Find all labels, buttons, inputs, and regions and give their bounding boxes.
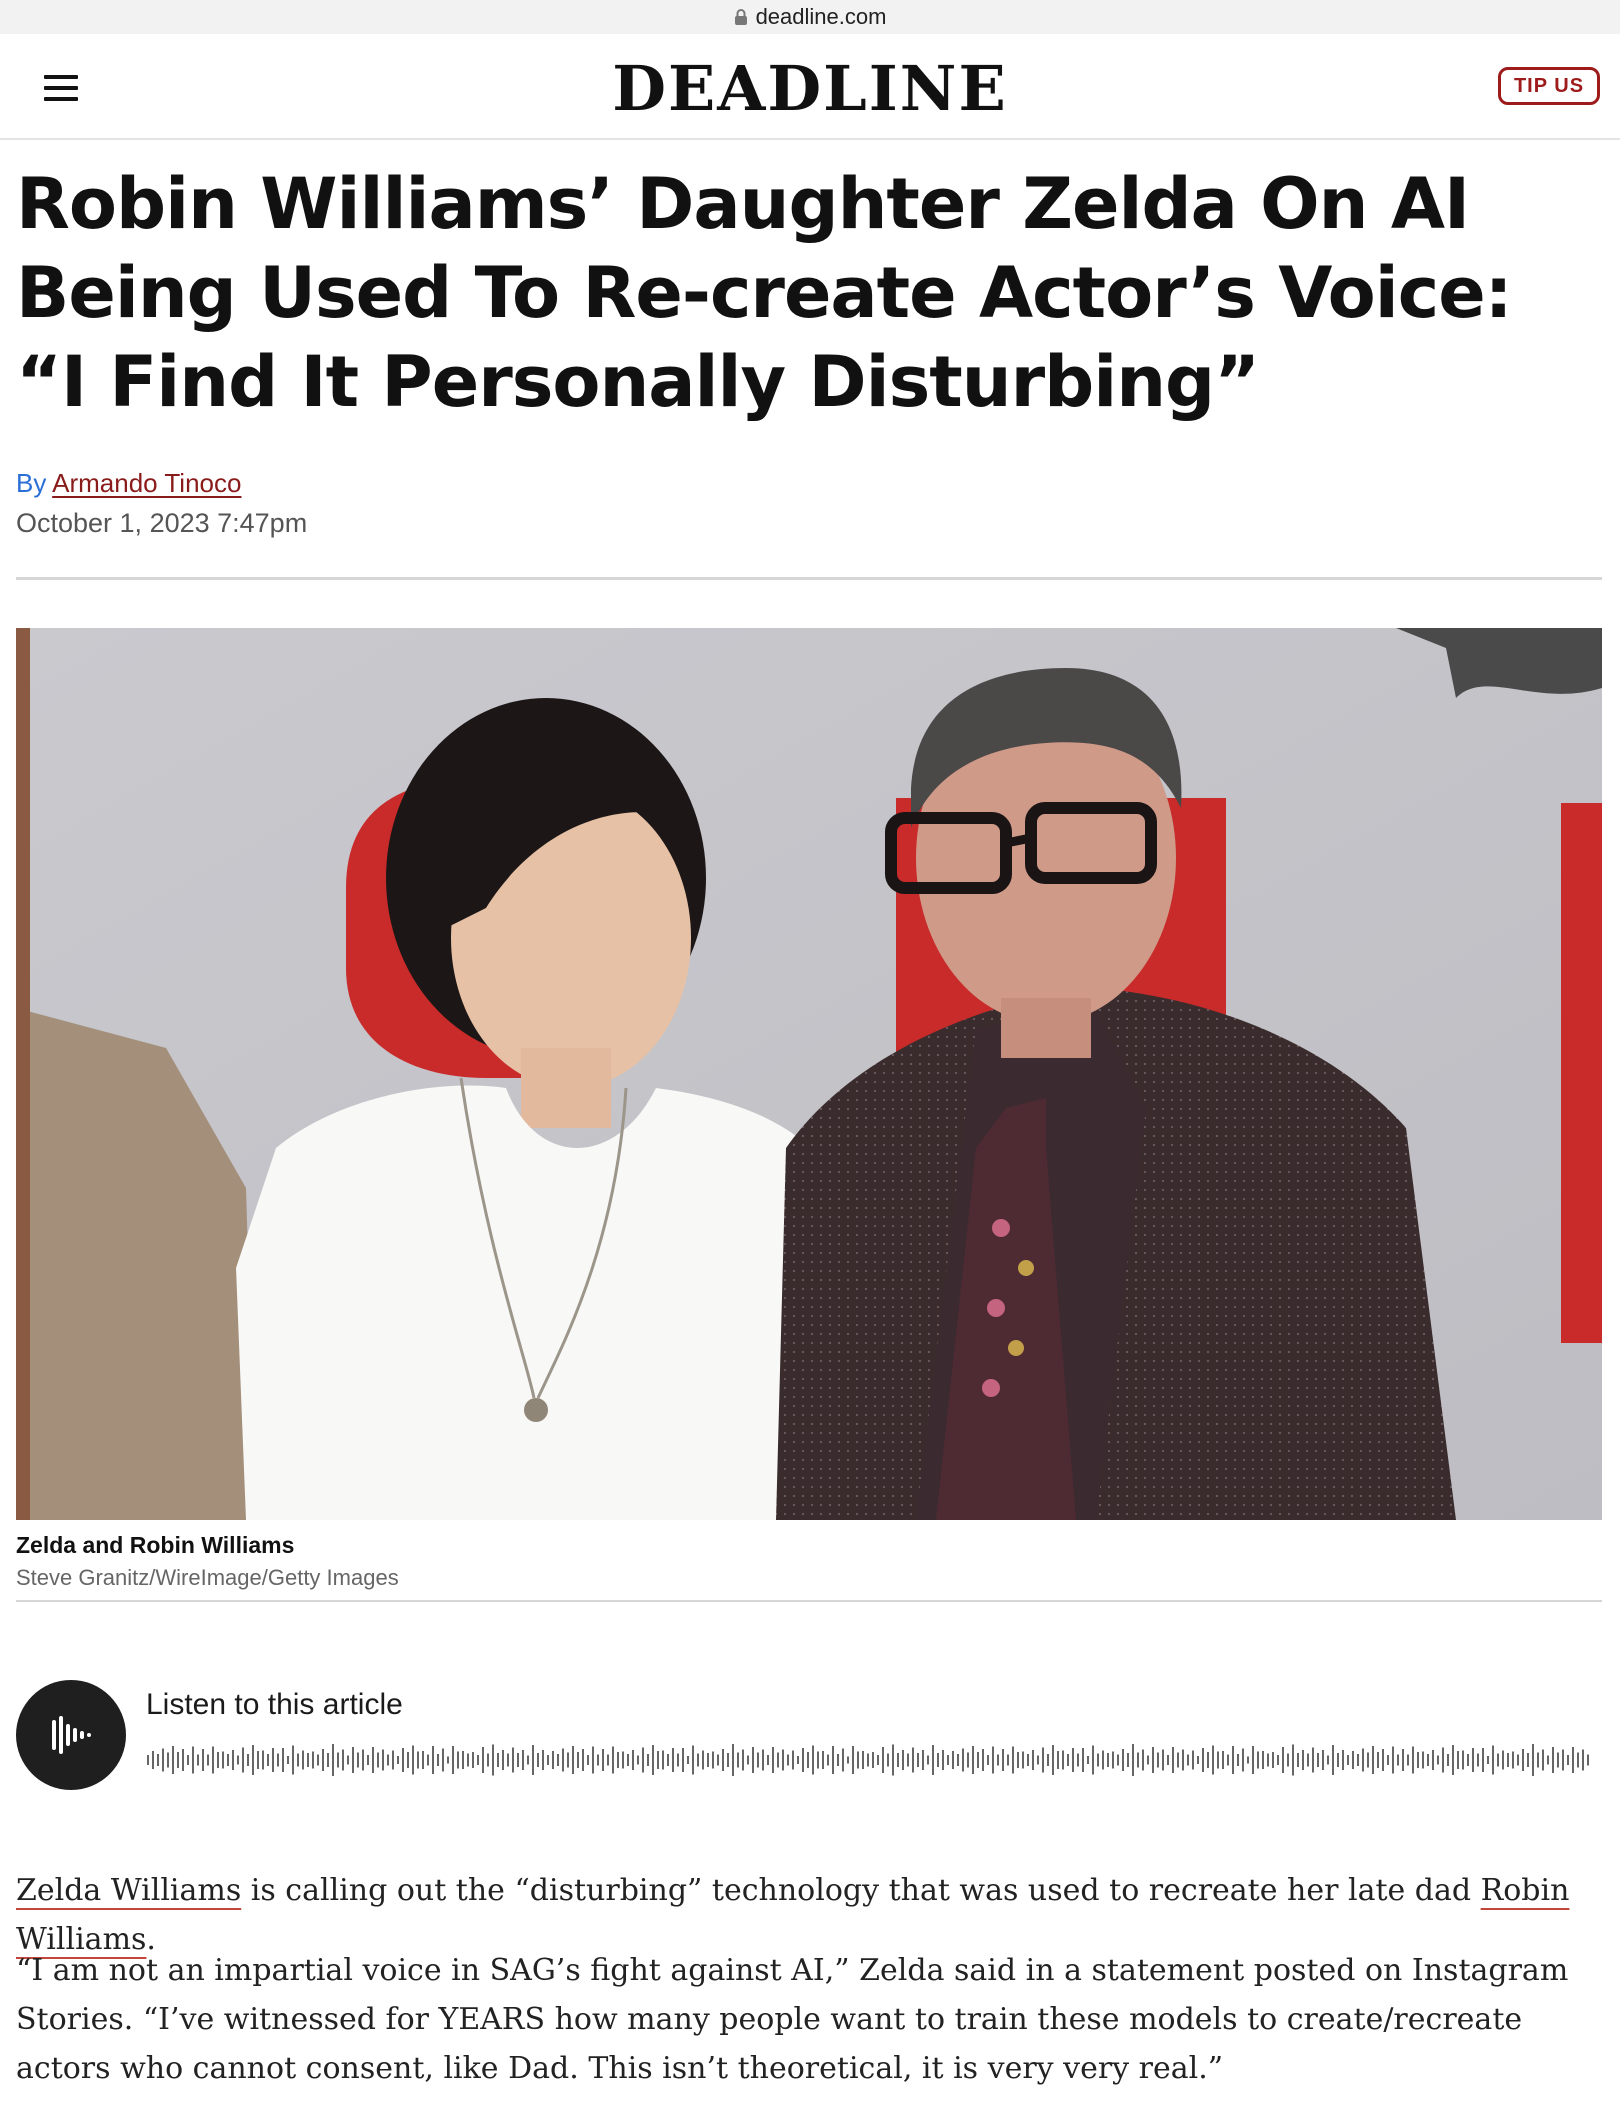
lock-icon (734, 9, 747, 25)
listen-label: Listen to this article (146, 1688, 403, 1721)
author-link[interactable]: Armando Tinoco (52, 468, 241, 498)
article-paragraph-2: “I am not an impartial voice in SAG’s fi… (16, 1953, 1569, 2086)
zelda-williams-link[interactable]: Zelda Williams (16, 1873, 241, 1908)
article-photo (16, 628, 1602, 1520)
audio-player: Listen to this article (16, 1680, 1602, 1790)
byline-prefix: By (16, 468, 47, 498)
article-headline: Robin Williams’ Daughter Zelda On AI Bei… (16, 163, 1513, 423)
audio-waveform-scrubber[interactable] (146, 1740, 1596, 1780)
divider (16, 577, 1602, 580)
site-logo[interactable]: DEADLINE (0, 52, 1620, 125)
browser-url-bar[interactable]: deadline.com (0, 0, 1620, 34)
divider (16, 1600, 1602, 1602)
audio-waveform-play-icon[interactable] (16, 1680, 126, 1790)
byline: By Armando Tinoco (16, 468, 241, 499)
image-caption: Zelda and Robin Williams (16, 1532, 295, 1558)
site-header: DEADLINE TIP US (0, 38, 1620, 140)
tip-us-button[interactable]: TIP US (1498, 67, 1600, 105)
image-credit: Steve Granitz/WireImage/Getty Images (16, 1565, 399, 1590)
publish-date: October 1, 2023 7:47pm (16, 508, 308, 538)
paragraph-text: is calling out the “disturbing” technolo… (241, 1873, 1481, 1908)
url-text: deadline.com (755, 4, 887, 29)
